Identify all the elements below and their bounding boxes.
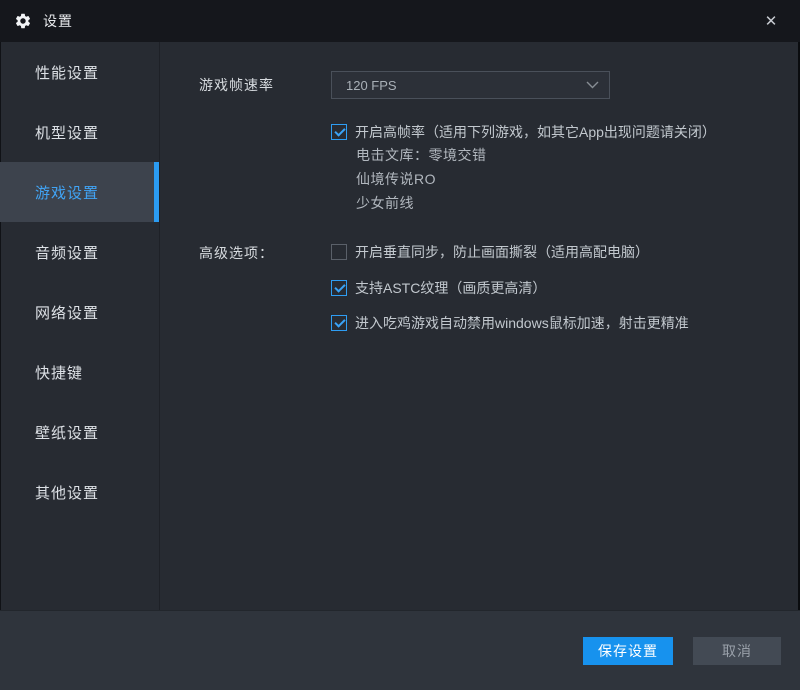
- sidebar-item-label: 性能设置: [35, 62, 99, 83]
- high-fps-label: 开启高帧率（适用下列游戏，如其它App出现问题请关闭）: [355, 122, 716, 142]
- high-fps-checkbox-row[interactable]: 开启高帧率（适用下列游戏，如其它App出现问题请关闭）: [331, 122, 716, 142]
- sidebar-item-label: 快捷键: [35, 362, 83, 383]
- astc-label: 支持ASTC纹理（画质更高清）: [355, 278, 546, 298]
- sidebar: 性能设置 机型设置 游戏设置 音频设置 网络设置 快捷键 壁纸设置 其他设置: [0, 42, 160, 610]
- sidebar-item-device[interactable]: 机型设置: [0, 102, 159, 162]
- high-fps-checkbox[interactable]: [331, 124, 347, 140]
- framerate-row: 游戏帧速率 120 FPS: [199, 71, 610, 99]
- sidebar-item-label: 其他设置: [35, 482, 99, 503]
- sidebar-item-label: 游戏设置: [35, 182, 99, 203]
- sidebar-item-performance[interactable]: 性能设置: [0, 42, 159, 102]
- game-list-item: 少女前线: [356, 191, 487, 215]
- cancel-button[interactable]: 取消: [693, 637, 781, 665]
- sidebar-item-network[interactable]: 网络设置: [0, 282, 159, 342]
- footer-bar: 保存设置 取消: [0, 610, 800, 690]
- sidebar-item-other[interactable]: 其他设置: [0, 462, 159, 522]
- sidebar-item-label: 壁纸设置: [35, 422, 99, 443]
- titlebar: 设置 ✕: [0, 0, 800, 42]
- sidebar-item-game[interactable]: 游戏设置: [0, 162, 159, 222]
- vsync-checkbox[interactable]: [331, 244, 347, 260]
- sidebar-item-label: 网络设置: [35, 302, 99, 323]
- advanced-options-label: 高级选项：: [199, 243, 274, 263]
- mouse-accel-checkbox[interactable]: [331, 315, 347, 331]
- game-settings-panel: 游戏帧速率 120 FPS 开启高帧率（适用下列游戏，如其它App出现问题请关闭…: [160, 42, 800, 610]
- sidebar-item-hotkey[interactable]: 快捷键: [0, 342, 159, 402]
- astc-checkbox[interactable]: [331, 280, 347, 296]
- settings-window: 设置 ✕ 性能设置 机型设置 游戏设置 音频设置 网络设置 快捷键 壁纸设置 其…: [0, 0, 800, 690]
- astc-checkbox-row[interactable]: 支持ASTC纹理（画质更高清）: [331, 278, 546, 298]
- save-settings-button[interactable]: 保存设置: [583, 637, 673, 665]
- framerate-dropdown[interactable]: 120 FPS: [331, 71, 610, 99]
- high-fps-game-list: 电击文库：零境交错 仙境传说RO 少女前线: [356, 143, 487, 215]
- framerate-label: 游戏帧速率: [199, 75, 331, 95]
- sidebar-item-label: 机型设置: [35, 122, 99, 143]
- window-title: 设置: [43, 11, 73, 31]
- mouse-accel-checkbox-row[interactable]: 进入吃鸡游戏自动禁用windows鼠标加速，射击更精准: [331, 313, 689, 333]
- gear-icon: [14, 12, 32, 30]
- game-list-item: 仙境传说RO: [356, 167, 487, 191]
- game-list-item: 电击文库：零境交错: [356, 143, 487, 167]
- vsync-label: 开启垂直同步，防止画面撕裂（适用高配电脑）: [355, 242, 649, 262]
- chevron-down-icon: [586, 81, 599, 89]
- vsync-checkbox-row[interactable]: 开启垂直同步，防止画面撕裂（适用高配电脑）: [331, 242, 649, 262]
- sidebar-item-audio[interactable]: 音频设置: [0, 222, 159, 282]
- sidebar-item-label: 音频设置: [35, 242, 99, 263]
- close-icon[interactable]: ✕: [756, 6, 786, 36]
- framerate-value: 120 FPS: [346, 78, 586, 93]
- sidebar-item-wallpaper[interactable]: 壁纸设置: [0, 402, 159, 462]
- mouse-accel-label: 进入吃鸡游戏自动禁用windows鼠标加速，射击更精准: [355, 313, 689, 333]
